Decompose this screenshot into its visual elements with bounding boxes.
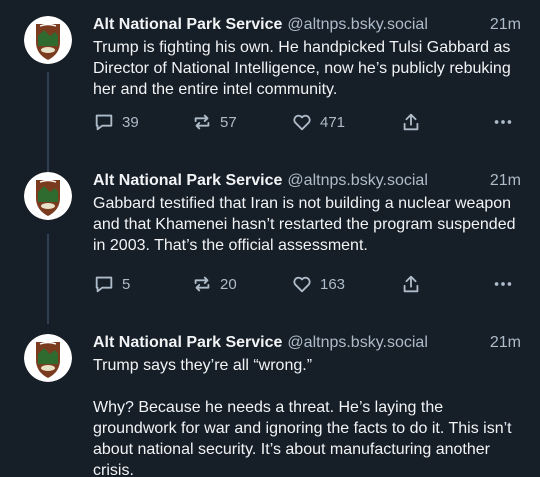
reply-icon xyxy=(95,276,113,293)
reply-icon xyxy=(95,114,113,131)
repost-count: 57 xyxy=(220,113,237,131)
share-icon xyxy=(403,113,419,131)
share-button[interactable] xyxy=(400,110,422,134)
post-text: Trump says they’re all “wrong.” Why? Bec… xyxy=(93,357,512,477)
like-count: 163 xyxy=(320,275,346,293)
handle[interactable]: @altnps.bsky.social xyxy=(287,334,427,351)
repost-count: 20 xyxy=(220,275,237,293)
more-icon xyxy=(494,282,512,286)
reply-count: 39 xyxy=(122,113,139,131)
avatar[interactable] xyxy=(24,334,72,382)
display-name[interactable]: Alt National Park Service xyxy=(93,172,282,189)
more-icon xyxy=(494,120,512,124)
avatar[interactable] xyxy=(24,172,72,220)
nps-logo-icon xyxy=(24,172,72,220)
post-actions: 39 57 471 xyxy=(93,110,523,134)
like-icon xyxy=(293,114,311,131)
timestamp[interactable]: 21m xyxy=(490,170,521,192)
repost-icon xyxy=(194,114,210,130)
like-icon xyxy=(293,276,311,293)
repost-button[interactable]: 57 xyxy=(191,110,237,134)
timestamp[interactable]: 21m xyxy=(490,332,521,354)
nps-logo-icon xyxy=(24,16,72,64)
like-button[interactable]: 471 xyxy=(291,110,345,134)
post-header: Alt National Park Service @altnps.bsky.so… xyxy=(93,170,521,192)
timestamp[interactable]: 21m xyxy=(490,14,521,36)
repost-button[interactable]: 20 xyxy=(191,272,237,296)
nps-logo-icon xyxy=(24,334,72,382)
post[interactable]: Alt National Park Service @altnps.bsky.so… xyxy=(0,0,540,160)
post[interactable]: Alt National Park Service @altnps.bsky.so… xyxy=(0,156,540,318)
more-options-button[interactable] xyxy=(492,272,514,296)
post-text: Gabbard testified that Iran is not build… xyxy=(93,195,520,254)
post[interactable]: Alt National Park Service @altnps.bsky.so… xyxy=(0,318,540,477)
display-name[interactable]: Alt National Park Service xyxy=(93,16,282,33)
post-text: Trump is fighting his own. He handpicked… xyxy=(93,39,516,98)
post-header: Alt National Park Service @altnps.bsky.so… xyxy=(93,332,521,354)
display-name[interactable]: Alt National Park Service xyxy=(93,334,282,351)
like-button[interactable]: 163 xyxy=(291,272,345,296)
like-count: 471 xyxy=(320,113,346,131)
share-icon xyxy=(403,275,419,293)
thread-feed: Alt National Park Service @altnps.bsky.so… xyxy=(0,0,540,477)
reply-button[interactable]: 5 xyxy=(93,272,130,296)
post-header: Alt National Park Service @altnps.bsky.so… xyxy=(93,14,521,36)
post-actions: 5 20 163 xyxy=(93,272,523,296)
repost-icon xyxy=(194,276,210,292)
share-button[interactable] xyxy=(400,272,422,296)
handle[interactable]: @altnps.bsky.social xyxy=(287,172,427,189)
reply-button[interactable]: 39 xyxy=(93,110,139,134)
reply-count: 5 xyxy=(122,275,131,293)
avatar[interactable] xyxy=(24,16,72,64)
more-options-button[interactable] xyxy=(492,110,514,134)
handle[interactable]: @altnps.bsky.social xyxy=(287,16,427,33)
